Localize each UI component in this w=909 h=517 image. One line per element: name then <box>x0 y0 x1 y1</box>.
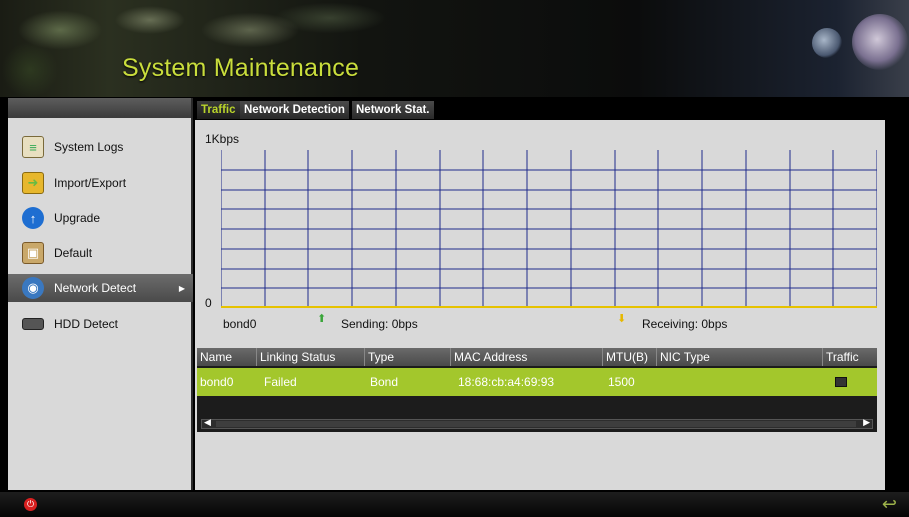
menu-item-label: HDD Detect <box>54 317 119 331</box>
menu-item-label: Network Detect <box>54 281 137 295</box>
menu-item-hdd-detect[interactable]: HDD Detect <box>8 310 193 338</box>
hdd-icon <box>22 318 44 330</box>
page-title: System Maintenance <box>122 54 360 82</box>
column-header[interactable]: Type <box>365 348 451 366</box>
table-cell: bond0 <box>200 375 234 389</box>
column-header[interactable]: MTU(B) <box>603 348 657 366</box>
table-cell: 1500 <box>608 375 635 389</box>
sending-arrow-icon: ⬆ <box>317 313 327 325</box>
header-banner: System Maintenance <box>0 0 909 97</box>
header-orb-large <box>852 14 908 70</box>
tab-network-stat[interactable]: Network Stat. <box>352 101 434 119</box>
folder-import-icon: ➜ <box>22 172 44 194</box>
traffic-graph <box>221 150 877 308</box>
chevron-right-icon: ▶ <box>178 283 185 293</box>
scrollbar-thumb[interactable] <box>216 421 856 427</box>
box-default-icon: ▣ <box>22 242 44 264</box>
graph-y-max-label: 1Kbps <box>205 132 240 146</box>
menu-item-label: System Logs <box>54 140 124 154</box>
horizontal-scrollbar[interactable]: ◀ ▶ <box>201 417 873 429</box>
menu-item-upgrade[interactable]: ↑ Upgrade <box>8 204 193 232</box>
column-header[interactable]: Linking Status <box>257 348 365 366</box>
left-menu-header <box>8 98 191 118</box>
left-menu: ≡ System Logs ➜ Import/Export ↑ Upgrade … <box>8 98 193 490</box>
menu-item-system-logs[interactable]: ≡ System Logs <box>8 133 193 161</box>
bottom-bar: ⏻ ↩ <box>0 492 909 517</box>
table-row[interactable]: bond0 Failed Bond 18:68:cb:a4:69:93 1500 <box>197 368 877 396</box>
table-cell <box>659 368 662 396</box>
column-header[interactable]: Name <box>197 348 257 366</box>
column-header[interactable]: NIC Type <box>657 348 823 366</box>
document-log-icon: ≡ <box>22 136 44 158</box>
scroll-right-icon[interactable]: ▶ <box>863 417 870 428</box>
column-header[interactable]: Traffic <box>823 348 877 366</box>
graph-receiving-label: Receiving: 0bps <box>642 317 728 331</box>
traffic-chart-icon[interactable] <box>835 377 847 387</box>
graph-interface-name: bond0 <box>223 317 257 331</box>
upgrade-arrow-icon: ↑ <box>22 207 44 229</box>
menu-item-label: Upgrade <box>54 211 101 225</box>
column-header[interactable]: MAC Address <box>451 348 603 366</box>
tab-traffic[interactable]: Traffic <box>197 101 240 119</box>
network-globe-icon: ◉ <box>22 277 44 299</box>
power-icon[interactable]: ⏻ <box>24 498 37 511</box>
menu-item-default[interactable]: ▣ Default <box>8 239 193 267</box>
table-header: Name Linking Status Type MAC Address MTU… <box>197 348 877 366</box>
tab-network-detection[interactable]: Network Detection <box>240 101 349 119</box>
table-cell: 18:68:cb:a4:69:93 <box>458 375 555 389</box>
menu-item-label: Default <box>54 246 93 260</box>
nic-table: Name Linking Status Type MAC Address MTU… <box>197 348 877 432</box>
tab-bar: Traffic Network Detection Network Stat. <box>195 98 885 120</box>
table-cell: Bond <box>370 375 399 389</box>
menu-item-import-export[interactable]: ➜ Import/Export <box>8 169 193 197</box>
graph-y-min-label: 0 <box>205 296 212 310</box>
header-orb-small <box>812 28 842 58</box>
main-panel: Traffic Network Detection Network Stat. … <box>195 98 885 490</box>
receiving-arrow-icon: ⬇ <box>617 313 627 325</box>
menu-item-network-detect[interactable]: ◉ Network Detect ▶ <box>8 274 193 302</box>
scroll-left-icon[interactable]: ◀ <box>204 417 211 428</box>
table-cell: Failed <box>264 375 297 389</box>
menu-item-label: Import/Export <box>54 176 127 190</box>
graph-sending-label: Sending: 0bps <box>341 317 418 331</box>
back-icon[interactable]: ↩ <box>882 494 897 515</box>
